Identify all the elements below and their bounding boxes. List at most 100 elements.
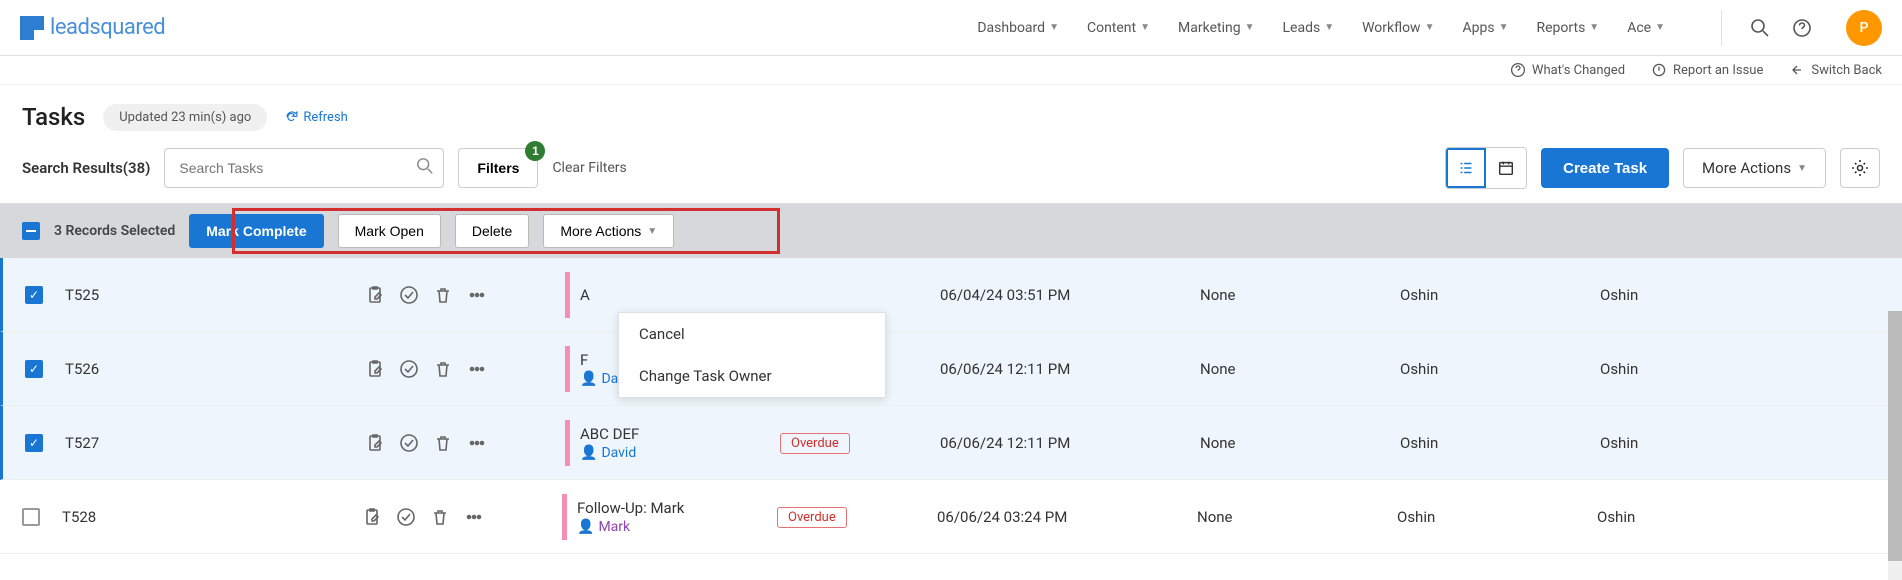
scrollbar-thumb[interactable] <box>1888 311 1902 561</box>
task-owner: None <box>1200 360 1400 378</box>
updated-pill: Updated 23 min(s) ago <box>103 104 267 131</box>
task-status: Overdue <box>780 435 940 451</box>
delete-button[interactable]: Delete <box>455 214 529 248</box>
trash-icon[interactable] <box>433 285 453 305</box>
report-issue-link[interactable]: Report an Issue <box>1651 62 1763 78</box>
more-icon[interactable] <box>467 433 487 453</box>
more-actions-button[interactable]: More Actions▼ <box>1683 148 1826 188</box>
view-toggle <box>1445 147 1527 189</box>
caret-down-icon: ▼ <box>1425 22 1435 33</box>
user-avatar[interactable]: P <box>1846 10 1882 46</box>
vertical-scrollbar[interactable] <box>1888 311 1902 580</box>
task-date: 06/06/24 12:11 PM <box>940 434 1200 452</box>
refresh-button[interactable]: Refresh <box>285 110 347 125</box>
priority-bar <box>562 494 567 540</box>
search-input[interactable] <box>164 148 444 188</box>
row-actions <box>365 359 565 379</box>
more-actions-dropdown: Cancel Change Task Owner <box>618 312 886 398</box>
row-checkbox[interactable]: ✓ <box>25 360 43 378</box>
priority-bar <box>565 272 570 318</box>
check-circle-icon[interactable] <box>399 285 419 305</box>
list-view-button[interactable] <box>1446 148 1486 188</box>
task-assignee: Oshin <box>1400 434 1600 452</box>
task-row[interactable]: ✓ T527 ABC DEF 👤David Overdue 06/06/24 1… <box>0 406 1902 480</box>
switch-back-link[interactable]: Switch Back <box>1789 62 1882 78</box>
search-icon[interactable] <box>1750 18 1770 38</box>
search-results-label: Search Results(38) <box>22 159 150 177</box>
mark-open-button[interactable]: Mark Open <box>338 214 441 248</box>
clipboard-edit-icon[interactable] <box>365 285 385 305</box>
row-actions <box>362 507 562 527</box>
trash-icon[interactable] <box>433 433 453 453</box>
check-circle-icon[interactable] <box>396 507 416 527</box>
task-id: T528 <box>62 508 362 526</box>
more-icon[interactable] <box>467 285 487 305</box>
task-subject: ABC DEF <box>580 425 780 443</box>
task-date: 06/06/24 03:24 PM <box>937 508 1197 526</box>
task-owner: None <box>1200 286 1400 304</box>
nav-content[interactable]: Content▼ <box>1087 20 1150 36</box>
task-assignee: Oshin <box>1397 508 1597 526</box>
trash-icon[interactable] <box>430 507 450 527</box>
nav-reports[interactable]: Reports▼ <box>1537 20 1600 36</box>
clipboard-edit-icon[interactable] <box>362 507 382 527</box>
task-watcher: Oshin <box>1600 286 1638 304</box>
nav-marketing[interactable]: Marketing▼ <box>1178 20 1254 36</box>
task-owner: None <box>1200 434 1400 452</box>
caret-down-icon: ▼ <box>1140 22 1150 33</box>
help-icon[interactable] <box>1792 18 1812 38</box>
create-task-button[interactable]: Create Task <box>1541 148 1669 188</box>
task-row[interactable]: ✓ T526 F 👤David Overdue 06/06/24 12:11 P… <box>0 332 1902 406</box>
row-checkbox[interactable]: ✓ <box>25 286 43 304</box>
row-checkbox[interactable] <box>22 508 40 526</box>
settings-button[interactable] <box>1840 148 1880 188</box>
row-actions <box>365 433 565 453</box>
logo[interactable]: leadsquared <box>20 15 165 40</box>
caret-down-icon: ▼ <box>1049 22 1059 33</box>
person-icon: 👤 <box>580 445 597 461</box>
more-icon[interactable] <box>467 359 487 379</box>
page-header: Tasks Updated 23 min(s) ago Refresh <box>0 85 1902 143</box>
nav-leads[interactable]: Leads▼ <box>1282 20 1334 36</box>
nav-apps[interactable]: Apps▼ <box>1463 20 1509 36</box>
person-link[interactable]: Mark <box>598 519 630 535</box>
main-nav: Dashboard▼ Content▼ Marketing▼ Leads▼ Wo… <box>977 10 1882 46</box>
filters-button[interactable]: Filters 1 <box>458 148 538 188</box>
task-date: 06/06/24 12:11 PM <box>940 360 1200 378</box>
clear-filters-link[interactable]: Clear Filters <box>552 160 626 176</box>
select-all-checkbox[interactable] <box>22 222 40 240</box>
check-circle-icon[interactable] <box>399 433 419 453</box>
task-row[interactable]: T528 Follow-Up: Mark 👤Mark Overdue 06/06… <box>0 480 1902 554</box>
selected-count: 3 Records Selected <box>54 223 175 239</box>
dropdown-cancel[interactable]: Cancel <box>619 313 885 355</box>
nav-workflow[interactable]: Workflow▼ <box>1362 20 1434 36</box>
task-table: ✓ T525 A 06/04/24 03:51 PM None Oshin Os… <box>0 258 1902 554</box>
dropdown-change-owner[interactable]: Change Task Owner <box>619 355 885 397</box>
overdue-badge: Overdue <box>777 507 847 528</box>
task-id: T527 <box>65 434 365 452</box>
task-watcher: Oshin <box>1597 508 1635 526</box>
clipboard-edit-icon[interactable] <box>365 433 385 453</box>
row-checkbox[interactable]: ✓ <box>25 434 43 452</box>
calendar-view-button[interactable] <box>1486 148 1526 188</box>
top-navbar: leadsquared Dashboard▼ Content▼ Marketin… <box>0 0 1902 56</box>
person-link[interactable]: David <box>601 445 636 461</box>
check-circle-icon[interactable] <box>399 359 419 379</box>
more-icon[interactable] <box>464 507 484 527</box>
task-assignee: Oshin <box>1400 286 1600 304</box>
task-row[interactable]: ✓ T525 A 06/04/24 03:51 PM None Oshin Os… <box>0 258 1902 332</box>
whats-changed-link[interactable]: What's Changed <box>1510 62 1625 78</box>
logo-text: leadsquared <box>50 15 165 40</box>
filters-badge: 1 <box>525 141 545 161</box>
task-subject: A <box>580 286 780 304</box>
nav-ace[interactable]: Ace▼ <box>1627 20 1665 36</box>
trash-icon[interactable] <box>433 359 453 379</box>
nav-dashboard[interactable]: Dashboard▼ <box>977 20 1059 36</box>
person-icon: 👤 <box>577 519 594 535</box>
caret-down-icon: ▼ <box>1655 22 1665 33</box>
clipboard-edit-icon[interactable] <box>365 359 385 379</box>
mark-complete-button[interactable]: Mark Complete <box>189 214 323 248</box>
bulk-more-actions-button[interactable]: More Actions▼ <box>543 214 674 248</box>
caret-down-icon: ▼ <box>1589 22 1599 33</box>
toolbar: Search Results(38) Filters 1 Clear Filte… <box>0 143 1902 204</box>
